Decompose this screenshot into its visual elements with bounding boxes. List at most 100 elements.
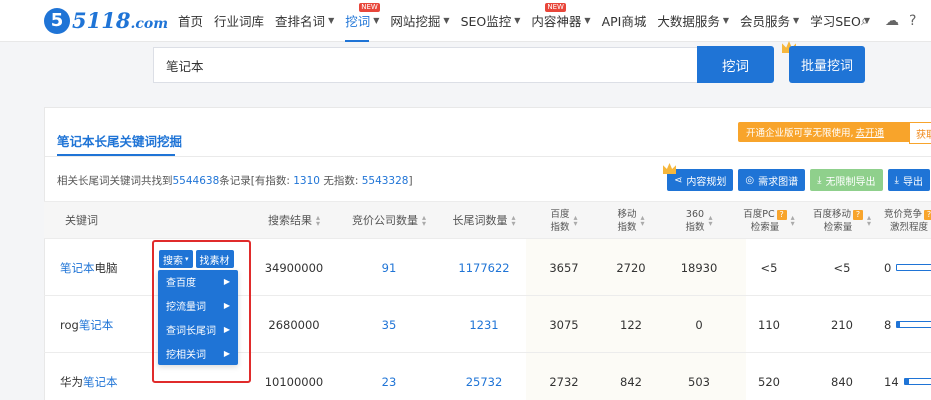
col-360-index[interactable]: 360 指数 ▴ ▾	[674, 202, 724, 240]
nav-item-4[interactable]: 网站挖掘 ▼	[390, 0, 449, 42]
menu-item-0[interactable]: 查百度 ▶	[158, 270, 238, 294]
nav-tools: ⌕ ☁ ?	[861, 0, 923, 42]
caret-down-icon: ▼	[722, 16, 730, 25]
longtail-cell[interactable]: 25732	[429, 353, 539, 400]
sort-icon: ▴ ▾	[640, 213, 645, 228]
sort-icon: ▴ ▾	[708, 213, 713, 228]
chevron-right-icon: ▶	[223, 301, 230, 311]
new-badge: NEW	[359, 2, 380, 12]
nav-item-2[interactable]: 查排名词 ▼	[275, 0, 334, 42]
results-cell: 34900000	[264, 260, 324, 275]
nav-item-5[interactable]: SEO监控 ▼	[461, 0, 521, 42]
sort-icon: ▴ ▾	[867, 213, 872, 228]
sort-icon: ▴ ▾	[790, 213, 795, 228]
pc-cell: 520	[758, 374, 780, 389]
keyword-cell[interactable]: 笔记本 电脑	[60, 239, 160, 296]
keyword-search-input[interactable]	[154, 48, 698, 82]
col-baidu-index[interactable]: 百度 指数 ▴ ▾	[539, 202, 589, 240]
chevron-right-icon: ▶	[223, 277, 230, 287]
logo-mark-icon: 5	[44, 7, 70, 34]
search-dropdown-menu: 查百度 ▶ 挖流量词 ▶ 查词长尾词 ▶ 挖相关词 ▶	[158, 270, 238, 365]
nav-item-7[interactable]: API商城	[602, 0, 647, 42]
caret-down-icon: ▼	[584, 16, 591, 25]
mobile-cell: 2720	[616, 260, 646, 275]
mobile-cell: 122	[620, 317, 642, 332]
nav-item-6[interactable]: 内容神器 ▼ NEW	[531, 0, 591, 42]
chevron-right-icon: ▶	[223, 348, 230, 358]
caret-down-icon: ▼	[373, 16, 380, 25]
competition-cell: 14	[884, 353, 931, 400]
competition-cell: 8	[884, 296, 931, 353]
baidu-cell: 3075	[549, 317, 579, 332]
sort-icon: ▴ ▾	[573, 213, 578, 228]
nav-item-0[interactable]: 首页	[178, 0, 203, 42]
chevron-right-icon: ▶	[223, 324, 230, 334]
menu-item-3[interactable]: 挖相关词 ▶	[158, 341, 238, 365]
longtail-cell[interactable]: 1231	[429, 296, 539, 353]
batch-dig-button[interactable]: 批量挖词	[789, 46, 865, 83]
col-keyword: 关键词	[65, 214, 98, 227]
col-longtail-count[interactable]: 长尾词数量 ▴ ▾	[429, 202, 539, 240]
logo-text: 5118.com	[72, 8, 169, 33]
competition-bar	[903, 378, 931, 385]
top-navbar: 5 5118.com 首页 行业词库 查排名词 ▼ 挖词 ▼ NEW 网站挖掘 ▼ SEO监控 ▼ 内…	[0, 0, 931, 42]
col-baidu-mobile-volume[interactable]: 百度移动? 检索量 ▴ ▾	[804, 202, 880, 240]
row-action-buttons: 搜索 ▾ 找素材	[159, 250, 234, 268]
keyword-cell[interactable]: 华为 笔记本	[60, 353, 160, 400]
caret-down-icon: ▼	[793, 16, 800, 25]
menu-item-2[interactable]: 查词长尾词 ▶	[158, 318, 238, 342]
search-icon[interactable]: ⌕	[861, 14, 875, 28]
competitors-cell[interactable]: 35	[334, 296, 444, 353]
help-icon[interactable]: ?	[924, 210, 931, 220]
help-icon[interactable]: ?	[853, 210, 863, 220]
mob-cell: <5	[833, 260, 851, 275]
help-icon[interactable]: ?	[909, 14, 923, 28]
competition-cell: 0	[884, 239, 931, 296]
i360-cell: 18930	[680, 260, 718, 275]
col-baidu-pc-volume[interactable]: 百度PC? 检索量 ▴ ▾	[734, 202, 804, 240]
help-icon[interactable]: ?	[776, 210, 787, 220]
caret-down-icon: ▼	[443, 16, 450, 25]
longtail-cell[interactable]: 1177622	[429, 239, 539, 296]
col-competition[interactable]: 竞价竞争? 激烈程度	[884, 202, 931, 240]
caret-down-icon: ▼	[328, 16, 335, 25]
competitors-cell[interactable]: 23	[334, 353, 444, 400]
main-nav: 首页 行业词库 查排名词 ▼ 挖词 ▼ NEW 网站挖掘 ▼ SEO监控 ▼ 内容神器 ▼ NEW API商…	[178, 0, 881, 42]
mob-cell: 840	[831, 374, 853, 389]
sort-icon: ▴ ▾	[511, 213, 516, 228]
results-cell: 2680000	[268, 317, 320, 332]
col-mobile-index[interactable]: 移动 指数 ▴ ▾	[606, 202, 656, 240]
results-cell: 10100000	[264, 374, 324, 389]
download-cloud-icon[interactable]: ☁	[885, 14, 899, 28]
dig-words-button[interactable]: 挖词	[697, 46, 774, 83]
pc-cell: 110	[758, 317, 780, 332]
nav-item-9[interactable]: 会员服务 ▼	[740, 0, 799, 42]
new-badge: NEW	[545, 2, 566, 12]
competitors-cell[interactable]: 91	[334, 239, 444, 296]
keyword-search-box	[153, 47, 698, 83]
find-material-button[interactable]: 找素材	[195, 250, 234, 268]
table-header: 关键词 搜索结果 ▴ ▾ 竞价公司数量 ▴ ▾ 长尾词数量 ▴ ▾ 百度 指数 ▴ ▾ 移动 指数 ▴…	[44, 201, 931, 239]
competition-bar	[896, 264, 931, 271]
site-logo[interactable]: 5 5118.com	[44, 0, 168, 42]
col-search-results[interactable]: 搜索结果 ▴ ▾	[249, 202, 339, 240]
col-competitors[interactable]: 竞价公司数量 ▴ ▾	[334, 202, 444, 240]
menu-item-1[interactable]: 挖流量词 ▶	[158, 294, 238, 318]
nav-item-1[interactable]: 行业词库	[214, 0, 264, 42]
sort-icon: ▴ ▾	[315, 213, 320, 228]
mob-cell: 210	[831, 317, 853, 332]
nav-item-8[interactable]: 大数据服务 ▼	[657, 0, 729, 42]
keyword-cell[interactable]: rog 笔记本	[60, 296, 160, 353]
caret-down-icon: ▾	[185, 255, 189, 263]
sort-icon: ▴ ▾	[421, 213, 426, 228]
baidu-cell: 3657	[549, 260, 579, 275]
baidu-cell: 2732	[549, 374, 579, 389]
caret-down-icon: ▼	[514, 16, 521, 25]
search-dropdown-button[interactable]: 搜索 ▾	[159, 250, 193, 268]
pc-cell: <5	[760, 260, 778, 275]
i360-cell: 0	[695, 317, 703, 332]
competition-bar	[896, 321, 931, 328]
mobile-cell: 842	[620, 374, 642, 389]
nav-item-3[interactable]: 挖词 ▼ NEW	[345, 0, 380, 42]
i360-cell: 503	[688, 374, 710, 389]
